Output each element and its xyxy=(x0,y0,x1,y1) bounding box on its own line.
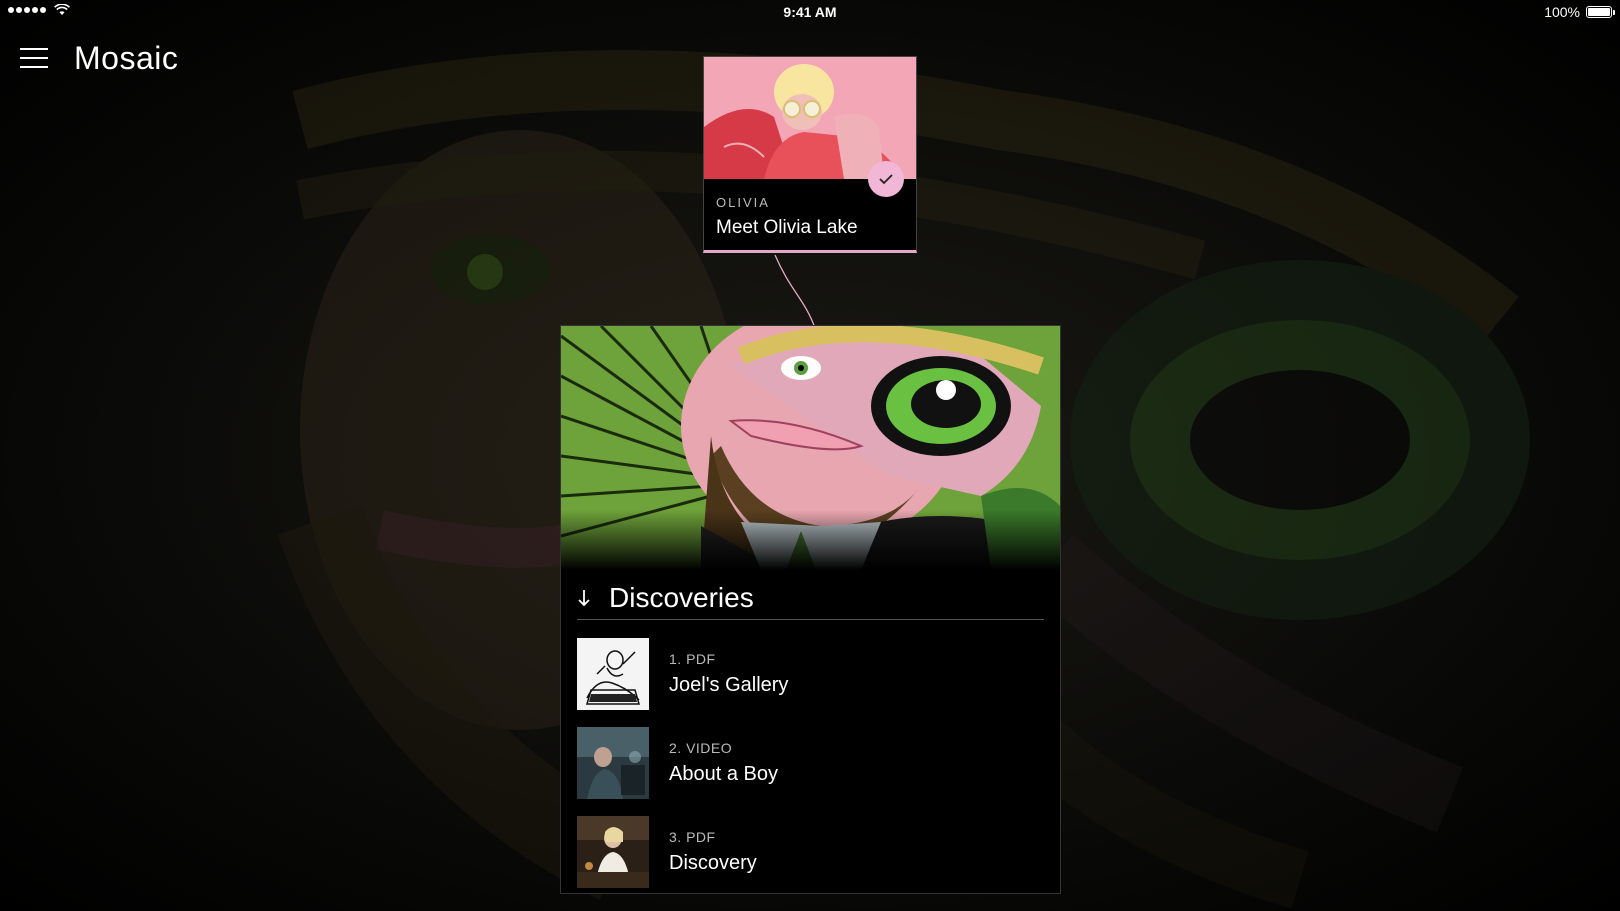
olivia-card[interactable]: OLIVIA Meet Olivia Lake xyxy=(703,56,917,253)
battery-percentage: 100% xyxy=(1544,4,1580,20)
battery-level-fill xyxy=(1588,8,1610,16)
about-a-boy-text: 2. VIDEO About a Boy xyxy=(669,740,778,786)
discoveries-panel: Discoveries 1. PDF Joel's Gallery 2. VID… xyxy=(560,325,1061,894)
hamburger-menu-icon[interactable] xyxy=(18,45,50,71)
olivia-card-eyebrow: OLIVIA xyxy=(716,195,770,210)
joels-gallery-text: 1. PDF Joel's Gallery xyxy=(669,651,788,697)
status-bar: 9:41 AM 100% xyxy=(0,0,1620,24)
discovery-text: 3. PDF Discovery xyxy=(669,829,757,875)
hero-illustration xyxy=(561,326,1060,570)
about-a-boy-thumbnail xyxy=(577,726,649,799)
list-item-about-a-boy[interactable]: 2. VIDEO About a Boy xyxy=(577,718,1044,807)
item-title: Joel's Gallery xyxy=(669,673,789,696)
item-title: About a Boy xyxy=(669,762,778,785)
discovery-thumbnail xyxy=(577,815,649,888)
discoveries-list: 1. PDF Joel's Gallery 2. VIDEO About a B… xyxy=(577,629,1044,896)
status-right: 100% xyxy=(1544,4,1615,20)
olivia-card-title: Meet Olivia Lake xyxy=(716,217,858,238)
list-item-discovery[interactable]: 3. PDF Discovery xyxy=(577,807,1044,896)
hero-artwork-image xyxy=(561,326,1060,570)
discoveries-header[interactable]: Discoveries xyxy=(577,576,1044,620)
item-meta: 1. PDF xyxy=(669,650,716,667)
item-meta: 3. PDF xyxy=(669,828,716,845)
item-meta: 2. VIDEO xyxy=(669,739,733,756)
check-icon xyxy=(868,161,904,197)
battery-icon xyxy=(1586,6,1615,18)
status-time: 9:41 AM xyxy=(783,4,837,20)
item-title: Discovery xyxy=(669,851,757,874)
list-item-joels-gallery[interactable]: 1. PDF Joel's Gallery xyxy=(577,629,1044,718)
discoveries-title: Discoveries xyxy=(609,581,754,613)
arrow-down-icon xyxy=(578,589,590,606)
joels-gallery-thumbnail xyxy=(577,637,649,710)
app-title: Mosaic xyxy=(74,40,179,76)
